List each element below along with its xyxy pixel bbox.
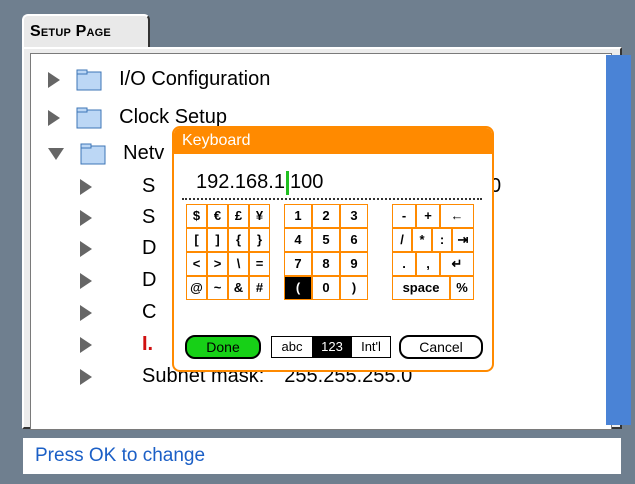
key-7[interactable]: 7 (284, 252, 312, 276)
mode-intl-button[interactable]: Int'l (351, 336, 391, 358)
key-←[interactable]: ← (440, 204, 474, 228)
scrollbar[interactable] (606, 55, 631, 425)
key-3[interactable]: 3 (340, 204, 368, 228)
input-text-after-cursor: 100 (289, 171, 324, 193)
key-)[interactable]: ) (340, 276, 368, 300)
keyboard-input[interactable]: 192.168.1 100 (196, 168, 486, 196)
key-8[interactable]: 8 (312, 252, 340, 276)
key-6[interactable]: 6 (340, 228, 368, 252)
key-<[interactable]: < (186, 252, 207, 276)
key-%[interactable]: % (450, 276, 474, 300)
text-cursor (285, 170, 289, 195)
key-4[interactable]: 4 (284, 228, 312, 252)
key-&[interactable]: & (228, 276, 249, 300)
expand-arrow-icon[interactable] (48, 109, 60, 126)
done-button[interactable]: Done (185, 335, 261, 359)
folder-icon (76, 69, 102, 91)
key-#[interactable]: # (249, 276, 270, 300)
child-label: S (142, 206, 156, 228)
collapse-arrow-icon[interactable] (48, 147, 64, 160)
tree-item-io-configuration[interactable]: I/O Configuration (48, 66, 270, 92)
key-[[interactable]: [ (186, 228, 207, 252)
key-£[interactable]: £ (228, 204, 249, 228)
tree-child-3[interactable]: D (80, 234, 156, 262)
key-,[interactable]: , (416, 252, 440, 276)
tab-setup-page[interactable]: Setup Page (22, 14, 150, 48)
mode-abc-button[interactable]: abc (271, 336, 313, 358)
key-.[interactable]: . (392, 252, 416, 276)
key-/[interactable]: / (392, 228, 412, 252)
input-underline (182, 198, 482, 200)
folder-icon (80, 143, 106, 165)
status-bar: Press OK to change (22, 437, 622, 475)
key-space[interactable]: space (392, 276, 450, 300)
tree-child-4[interactable]: D (80, 266, 156, 294)
key-0[interactable]: 0 (312, 276, 340, 300)
child-label: D (142, 237, 157, 259)
key-2[interactable]: 2 (312, 204, 340, 228)
key-⇥[interactable]: ⇥ (452, 228, 474, 252)
child-label: D (142, 269, 157, 291)
key-}[interactable]: } (249, 228, 270, 252)
tree-child-6[interactable]: I. (80, 330, 153, 358)
child-label: S (142, 175, 156, 197)
key-↵[interactable]: ↵ (440, 252, 474, 276)
item-arrow-icon (80, 272, 92, 289)
key-([interactable]: ( (284, 276, 312, 300)
key->[interactable]: > (207, 252, 228, 276)
key-{[interactable]: { (228, 228, 249, 252)
child-label: I. (142, 333, 154, 355)
tree-item-label: Netv (123, 142, 165, 164)
key-+[interactable]: + (416, 204, 440, 228)
item-arrow-icon (80, 368, 92, 385)
key-~[interactable]: ~ (207, 276, 228, 300)
key-9[interactable]: 9 (340, 252, 368, 276)
key--[interactable]: - (392, 204, 416, 228)
item-arrow-icon (80, 178, 92, 195)
key-€[interactable]: € (207, 204, 228, 228)
key-@[interactable]: @ (186, 276, 207, 300)
tree-item-network[interactable]: Netv (48, 140, 164, 166)
key-$[interactable]: $ (186, 204, 207, 228)
key-5[interactable]: 5 (312, 228, 340, 252)
key-:[interactable]: : (432, 228, 452, 252)
keyboard-title: Keyboard (174, 128, 492, 154)
key-=[interactable]: = (249, 252, 270, 276)
tree-child-1[interactable]: S (80, 172, 155, 200)
folder-icon (76, 107, 102, 129)
tree-child-2[interactable]: S (80, 203, 155, 231)
expand-arrow-icon[interactable] (48, 71, 60, 88)
child-label: C (142, 301, 157, 323)
item-arrow-icon (80, 304, 92, 321)
key-¥[interactable]: ¥ (249, 204, 270, 228)
cancel-button[interactable]: Cancel (399, 335, 483, 359)
tree-child-5[interactable]: C (80, 298, 156, 326)
key-\[interactable]: \ (228, 252, 249, 276)
key-*[interactable]: * (412, 228, 432, 252)
input-text-before-cursor: 192.168.1 (196, 171, 285, 193)
key-1[interactable]: 1 (284, 204, 312, 228)
mode-123-button[interactable]: 123 (313, 336, 351, 358)
item-arrow-icon (80, 336, 92, 353)
key-][interactable]: ] (207, 228, 228, 252)
item-arrow-icon (80, 240, 92, 257)
tree-item-label: I/O Configuration (119, 68, 271, 90)
tree-item-label: Clock Setup (119, 106, 227, 128)
item-arrow-icon (80, 209, 92, 226)
